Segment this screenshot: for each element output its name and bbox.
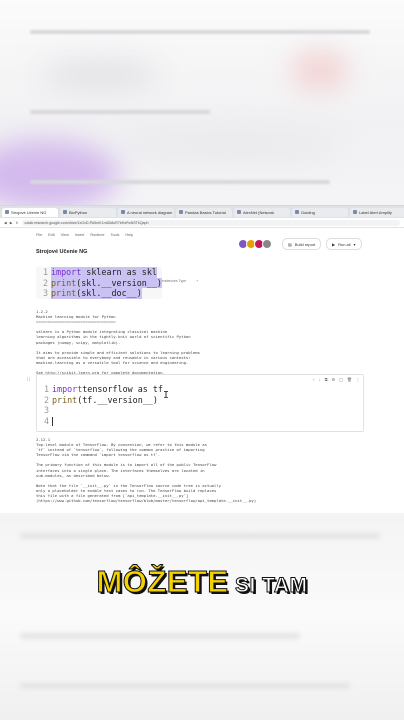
code-line: 1 import sklearn as skl	[42, 267, 157, 278]
tab-favicon-icon	[237, 210, 241, 214]
chevron-down-icon: ▾	[353, 241, 356, 247]
cell-output-sklearn: 1.2.2 Machine learning module for Python…	[36, 309, 200, 376]
text-caret	[52, 416, 53, 426]
code-line: 2 print (tf.__version__)	[43, 394, 158, 405]
browser-tab[interactable]: BioPython	[60, 207, 116, 217]
code-line: 2 print(skl.__version__)	[42, 277, 162, 288]
blur-line	[20, 683, 350, 689]
blur-shape	[290, 50, 350, 90]
blurred-background-top	[0, 0, 404, 205]
reload-icon[interactable]: ↻	[16, 221, 19, 225]
browser-tab-strip: Strojové Učenie NG BioPython A neural ne…	[0, 206, 404, 218]
browser-window: Strojové Učenie NG BioPython A neural ne…	[0, 205, 404, 514]
browser-tab[interactable]: A neural network diagram	[118, 207, 174, 217]
cell-run-indicator[interactable]: [ ]	[27, 377, 30, 381]
browser-tab[interactable]: Guiding	[292, 207, 348, 217]
report-icon: ▤	[288, 241, 292, 247]
blur-line	[30, 110, 210, 114]
forward-icon[interactable]: ▶	[10, 221, 13, 225]
more-icon[interactable]: ⋮	[356, 377, 360, 382]
blur-shape	[0, 140, 120, 205]
tab-favicon-icon	[121, 210, 125, 214]
add-tab-button[interactable]: +	[196, 279, 198, 284]
play-icon: ▶	[332, 241, 336, 247]
cell-output-tensorflow: 2.12.1 Top-level module of TensorFlow. B…	[36, 437, 257, 504]
code-line: 3	[43, 405, 49, 415]
menu-insert[interactable]: Insert	[75, 233, 85, 237]
link-icon[interactable]: ⧉	[325, 377, 328, 382]
video-caption: MÔŽETE SI TAM	[0, 564, 404, 600]
delete-icon[interactable]: 🗑	[347, 377, 352, 382]
browser-tab[interactable]: Pandas Basics Tutorial	[176, 207, 232, 217]
code-line: 4	[37, 416, 363, 427]
tab-favicon-icon	[63, 210, 67, 214]
menu-help[interactable]: Help	[125, 233, 133, 237]
tab-favicon-icon	[179, 210, 183, 214]
tab-favicon-icon	[353, 210, 357, 214]
menu-tools[interactable]: Tools	[110, 233, 119, 237]
menu-file[interactable]: File	[36, 233, 42, 237]
blur-line	[30, 30, 370, 34]
code-line: 1 import tensorflow as tf	[43, 384, 163, 394]
browser-tab[interactable]: AlexNet (Network	[234, 207, 290, 217]
menu-bar: File Edit View Insert Runtime Tools Help	[36, 233, 133, 237]
move-down-icon[interactable]: ↓	[319, 377, 321, 382]
blur-line	[30, 180, 330, 184]
caption-text: SI TAM	[228, 574, 308, 598]
notebook-header: File Edit View Insert Runtime Tools Help…	[0, 228, 404, 284]
collaborator-avatars	[238, 239, 272, 249]
mirror-icon[interactable]: ▢	[339, 377, 343, 382]
code-cell-sklearn[interactable]: 1 import sklearn as skl 2 print(skl.__vers…	[36, 267, 162, 299]
tab-favicon-icon	[295, 210, 299, 214]
settings-icon[interactable]: ⚙	[332, 377, 336, 382]
tab-favicon-icon	[5, 210, 9, 214]
build-report-button[interactable]: ▤ Build report	[282, 238, 322, 250]
run-all-button[interactable]: ▶ Run all ▾	[326, 238, 362, 250]
menu-runtime[interactable]: Runtime	[90, 233, 104, 237]
code-line: 3 print(skl.__doc__)	[42, 288, 142, 299]
blur-line	[20, 533, 380, 539]
caption-highlight: MÔŽETE	[96, 564, 229, 600]
browser-tab[interactable]: Label Alert Amplify	[350, 207, 404, 217]
move-up-icon[interactable]: ↑	[313, 377, 315, 382]
notebook-title[interactable]: Strojové Učenie NG	[36, 249, 87, 255]
url-field[interactable]: colab.research.google.com/drive/1xGvD-PA…	[21, 219, 400, 226]
cell-toolbar: ↑ ↓ ⧉ ⚙ ▢ 🗑 ⋮	[313, 377, 360, 382]
browser-tab[interactable]: Strojové Učenie NG	[2, 207, 58, 217]
back-icon[interactable]: ◀	[4, 221, 7, 225]
address-bar: ◀ ▶ ↻ colab.research.google.com/drive/1x…	[0, 218, 404, 228]
code-cell-tensorflow[interactable]: ↑ ↓ ⧉ ⚙ ▢ 🗑 ⋮ 1 import tensorflow as tf 2…	[36, 374, 364, 432]
avatar[interactable]	[262, 239, 272, 249]
mouse-cursor-icon: I	[163, 390, 170, 401]
blur-shape	[40, 60, 160, 90]
blurred-background-bottom	[0, 513, 404, 720]
menu-edit[interactable]: Edit	[48, 233, 55, 237]
blur-line	[20, 633, 300, 639]
menu-view[interactable]: View	[61, 233, 69, 237]
blur-shape	[120, 130, 340, 160]
